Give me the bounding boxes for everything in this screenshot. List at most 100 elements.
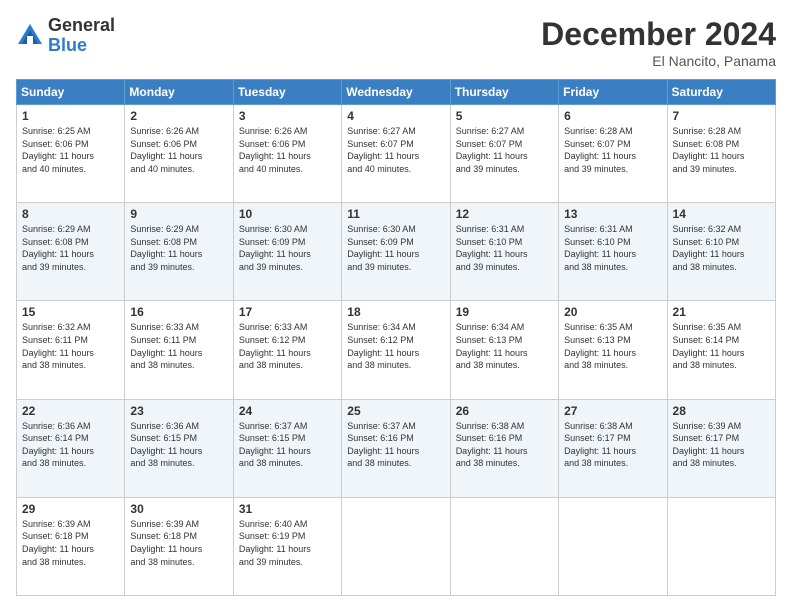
day-number: 19 — [456, 305, 553, 319]
page: General Blue December 2024 El Nancito, P… — [0, 0, 792, 612]
location: El Nancito, Panama — [541, 53, 776, 69]
calendar-cell: 23 Sunrise: 6:36 AM Sunset: 6:15 PM Dayli… — [125, 399, 233, 497]
day-number: 15 — [22, 305, 119, 319]
day-number: 6 — [564, 109, 661, 123]
logo-icon — [16, 22, 44, 50]
day-of-week-header: Tuesday — [233, 80, 341, 105]
day-number: 10 — [239, 207, 336, 221]
calendar-cell: 15Sunrise: 6:32 AM Sunset: 6:11 PM Dayli… — [17, 301, 125, 399]
day-info: Sunrise: 6:27 AM Sunset: 6:07 PM Dayligh… — [347, 125, 444, 175]
calendar-cell: 11 Sunrise: 6:30 AM Sunset: 6:09 PM Dayli… — [342, 203, 450, 301]
day-of-week-header: Thursday — [450, 80, 558, 105]
day-info: Sunrise: 6:30 AM Sunset: 6:09 PM Dayligh… — [239, 223, 336, 273]
day-number: 26 — [456, 404, 553, 418]
day-info: Sunrise: 6:36 AM Sunset: 6:14 PM Dayligh… — [22, 420, 119, 470]
day-number: 1 — [22, 109, 119, 123]
calendar-cell — [559, 497, 667, 595]
day-number: 29 — [22, 502, 119, 516]
calendar-cell: 5 Sunrise: 6:27 AM Sunset: 6:07 PM Daylig… — [450, 105, 558, 203]
day-number: 4 — [347, 109, 444, 123]
day-info: Sunrise: 6:32 AM Sunset: 6:10 PM Dayligh… — [673, 223, 770, 273]
day-info: Sunrise: 6:27 AM Sunset: 6:07 PM Dayligh… — [456, 125, 553, 175]
header: General Blue December 2024 El Nancito, P… — [16, 16, 776, 69]
day-info: Sunrise: 6:29 AM Sunset: 6:08 PM Dayligh… — [130, 223, 227, 273]
calendar-cell: 1 Sunrise: 6:25 AM Sunset: 6:06 PM Daylig… — [17, 105, 125, 203]
day-number: 22 — [22, 404, 119, 418]
calendar-cell: 25 Sunrise: 6:37 AM Sunset: 6:16 PM Dayli… — [342, 399, 450, 497]
logo: General Blue — [16, 16, 115, 56]
calendar-cell: 28Sunrise: 6:39 AM Sunset: 6:17 PM Dayli… — [667, 399, 775, 497]
day-info: Sunrise: 6:37 AM Sunset: 6:15 PM Dayligh… — [239, 420, 336, 470]
day-info: Sunrise: 6:31 AM Sunset: 6:10 PM Dayligh… — [564, 223, 661, 273]
calendar-cell: 26 Sunrise: 6:38 AM Sunset: 6:16 PM Dayli… — [450, 399, 558, 497]
calendar-table: SundayMondayTuesdayWednesdayThursdayFrid… — [16, 79, 776, 596]
calendar-cell — [667, 497, 775, 595]
day-number: 31 — [239, 502, 336, 516]
day-number: 17 — [239, 305, 336, 319]
day-info: Sunrise: 6:33 AM Sunset: 6:11 PM Dayligh… — [130, 321, 227, 371]
calendar-cell: 7 Sunrise: 6:28 AM Sunset: 6:08 PM Daylig… — [667, 105, 775, 203]
logo-text: General Blue — [48, 16, 115, 56]
calendar-cell: 18 Sunrise: 6:34 AM Sunset: 6:12 PM Dayli… — [342, 301, 450, 399]
day-info: Sunrise: 6:25 AM Sunset: 6:06 PM Dayligh… — [22, 125, 119, 175]
logo-general: General — [48, 16, 115, 36]
day-number: 7 — [673, 109, 770, 123]
calendar-cell: 20Sunrise: 6:35 AM Sunset: 6:13 PM Dayli… — [559, 301, 667, 399]
day-info: Sunrise: 6:35 AM Sunset: 6:13 PM Dayligh… — [564, 321, 661, 371]
day-info: Sunrise: 6:26 AM Sunset: 6:06 PM Dayligh… — [130, 125, 227, 175]
day-number: 21 — [673, 305, 770, 319]
day-info: Sunrise: 6:37 AM Sunset: 6:16 PM Dayligh… — [347, 420, 444, 470]
calendar-cell: 3 Sunrise: 6:26 AM Sunset: 6:06 PM Daylig… — [233, 105, 341, 203]
day-info: Sunrise: 6:39 AM Sunset: 6:17 PM Dayligh… — [673, 420, 770, 470]
day-info: Sunrise: 6:39 AM Sunset: 6:18 PM Dayligh… — [130, 518, 227, 568]
calendar-cell: 2 Sunrise: 6:26 AM Sunset: 6:06 PM Daylig… — [125, 105, 233, 203]
calendar-week-row: 8 Sunrise: 6:29 AM Sunset: 6:08 PM Daylig… — [17, 203, 776, 301]
day-number: 16 — [130, 305, 227, 319]
day-of-week-header: Monday — [125, 80, 233, 105]
day-of-week-header: Sunday — [17, 80, 125, 105]
calendar-cell — [342, 497, 450, 595]
day-number: 30 — [130, 502, 227, 516]
calendar-cell: 13 Sunrise: 6:31 AM Sunset: 6:10 PM Dayli… — [559, 203, 667, 301]
day-number: 11 — [347, 207, 444, 221]
day-of-week-header: Wednesday — [342, 80, 450, 105]
calendar-cell: 9Sunrise: 6:29 AM Sunset: 6:08 PM Daylig… — [125, 203, 233, 301]
day-info: Sunrise: 6:38 AM Sunset: 6:16 PM Dayligh… — [456, 420, 553, 470]
day-info: Sunrise: 6:26 AM Sunset: 6:06 PM Dayligh… — [239, 125, 336, 175]
day-number: 8 — [22, 207, 119, 221]
day-info: Sunrise: 6:35 AM Sunset: 6:14 PM Dayligh… — [673, 321, 770, 371]
day-info: Sunrise: 6:30 AM Sunset: 6:09 PM Dayligh… — [347, 223, 444, 273]
calendar-cell: 8 Sunrise: 6:29 AM Sunset: 6:08 PM Daylig… — [17, 203, 125, 301]
day-number: 23 — [130, 404, 227, 418]
calendar-cell: 19 Sunrise: 6:34 AM Sunset: 6:13 PM Dayli… — [450, 301, 558, 399]
day-info: Sunrise: 6:31 AM Sunset: 6:10 PM Dayligh… — [456, 223, 553, 273]
day-number: 18 — [347, 305, 444, 319]
day-info: Sunrise: 6:28 AM Sunset: 6:08 PM Dayligh… — [673, 125, 770, 175]
calendar-body: 1 Sunrise: 6:25 AM Sunset: 6:06 PM Daylig… — [17, 105, 776, 596]
day-info: Sunrise: 6:34 AM Sunset: 6:13 PM Dayligh… — [456, 321, 553, 371]
day-number: 13 — [564, 207, 661, 221]
day-info: Sunrise: 6:36 AM Sunset: 6:15 PM Dayligh… — [130, 420, 227, 470]
day-number: 25 — [347, 404, 444, 418]
day-number: 3 — [239, 109, 336, 123]
calendar-cell: 16 Sunrise: 6:33 AM Sunset: 6:11 PM Dayli… — [125, 301, 233, 399]
calendar-cell — [450, 497, 558, 595]
day-of-week-header: Friday — [559, 80, 667, 105]
day-number: 14 — [673, 207, 770, 221]
day-number: 5 — [456, 109, 553, 123]
day-of-week-header: Saturday — [667, 80, 775, 105]
day-number: 12 — [456, 207, 553, 221]
calendar-week-row: 22 Sunrise: 6:36 AM Sunset: 6:14 PM Dayli… — [17, 399, 776, 497]
day-info: Sunrise: 6:34 AM Sunset: 6:12 PM Dayligh… — [347, 321, 444, 371]
calendar-cell: 22 Sunrise: 6:36 AM Sunset: 6:14 PM Dayli… — [17, 399, 125, 497]
day-info: Sunrise: 6:28 AM Sunset: 6:07 PM Dayligh… — [564, 125, 661, 175]
day-number: 27 — [564, 404, 661, 418]
title-section: December 2024 El Nancito, Panama — [541, 16, 776, 69]
calendar-cell: 24Sunrise: 6:37 AM Sunset: 6:15 PM Dayli… — [233, 399, 341, 497]
calendar-cell: 17Sunrise: 6:33 AM Sunset: 6:12 PM Dayli… — [233, 301, 341, 399]
calendar-week-row: 1 Sunrise: 6:25 AM Sunset: 6:06 PM Daylig… — [17, 105, 776, 203]
day-number: 2 — [130, 109, 227, 123]
day-info: Sunrise: 6:29 AM Sunset: 6:08 PM Dayligh… — [22, 223, 119, 273]
day-info: Sunrise: 6:39 AM Sunset: 6:18 PM Dayligh… — [22, 518, 119, 568]
month-title: December 2024 — [541, 16, 776, 53]
